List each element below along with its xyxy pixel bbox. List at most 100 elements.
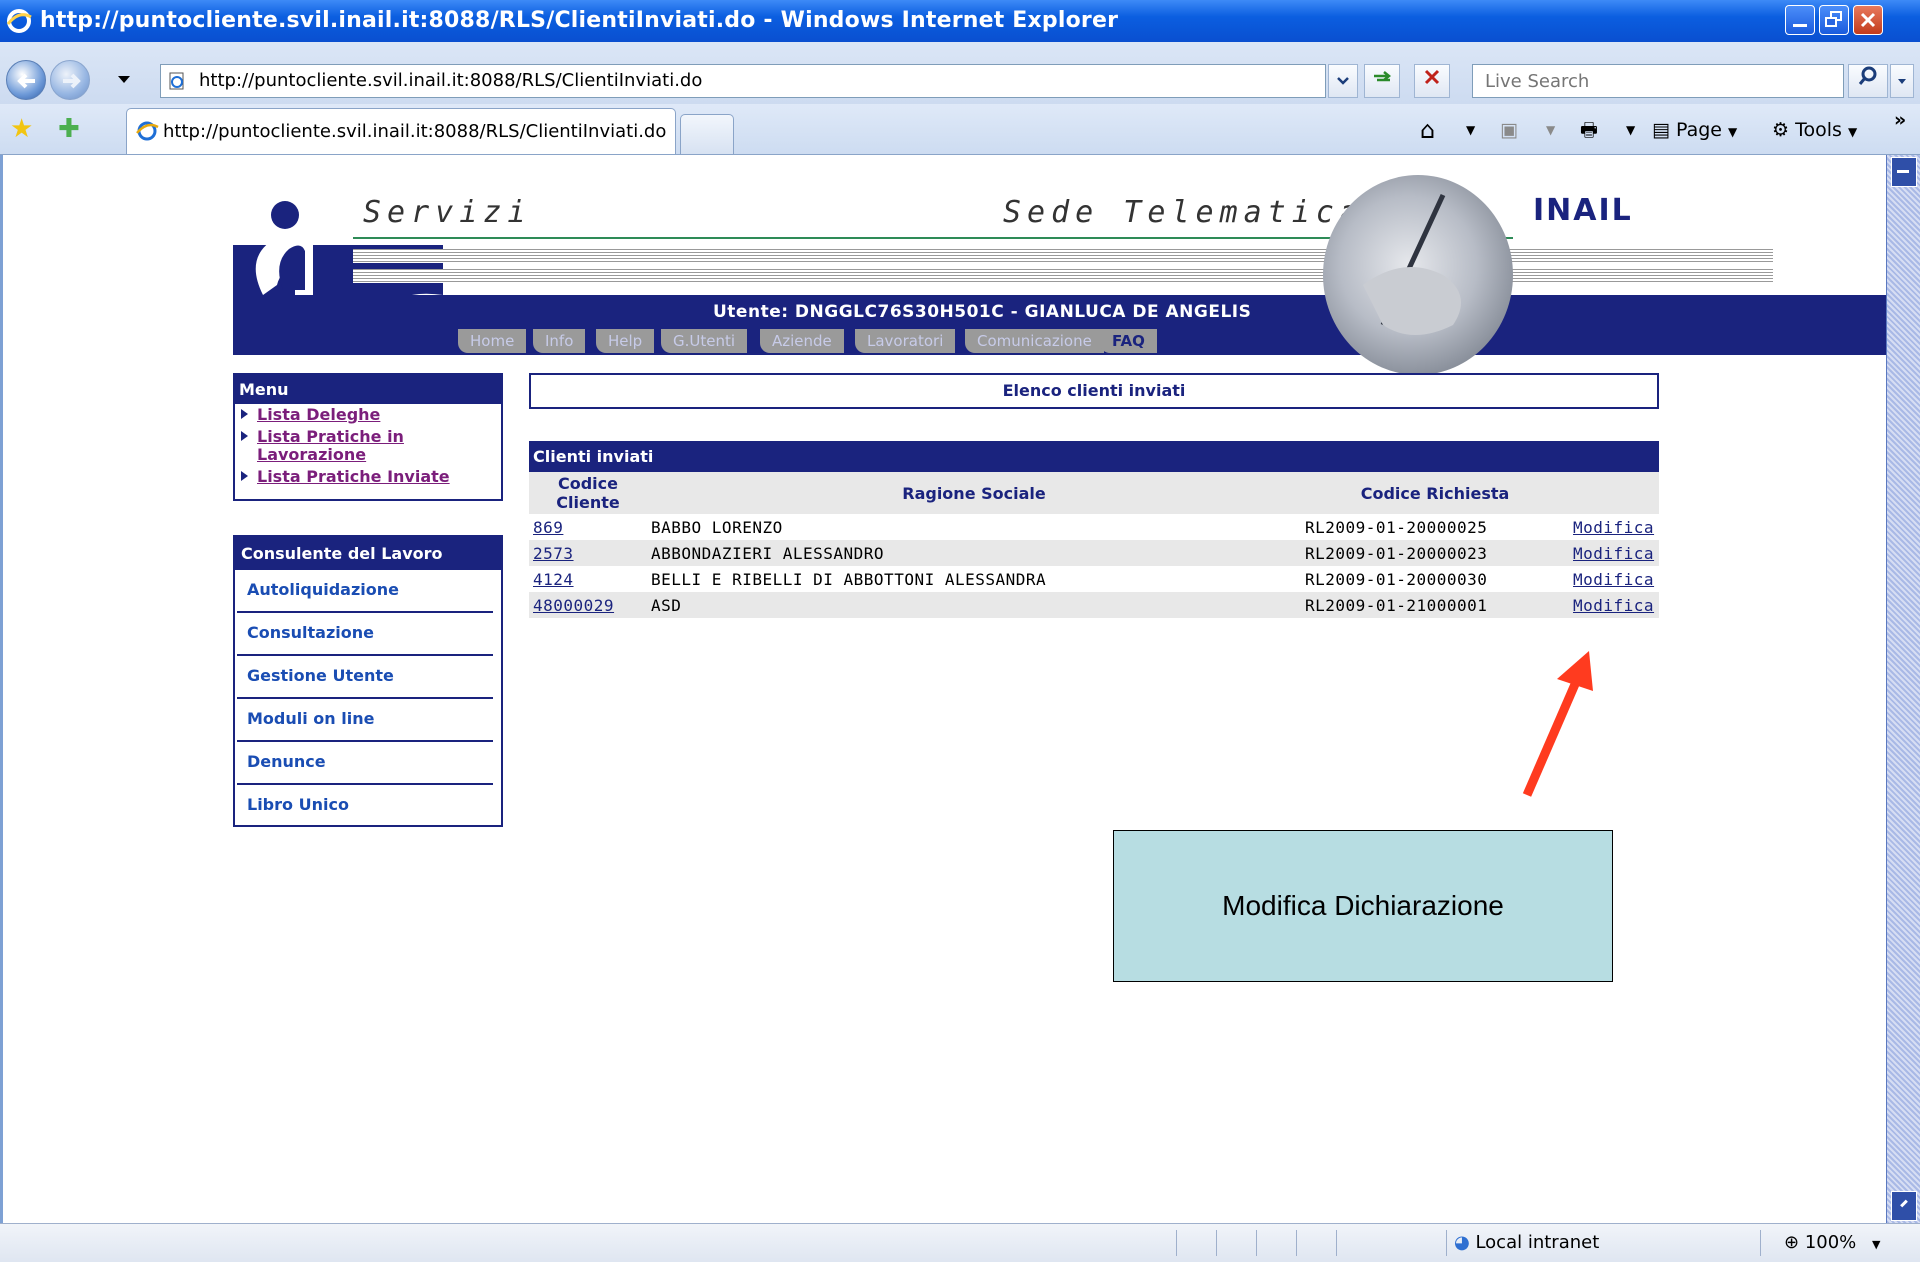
modifica-link[interactable]: Modifica xyxy=(1573,570,1654,589)
page-viewport: Servizi Sede Telematica INAIL Utente: DN… xyxy=(0,155,1886,1223)
codice-cliente-link[interactable]: 4124 xyxy=(533,570,574,589)
search-button[interactable] xyxy=(1848,64,1888,98)
menu-panel: Menu Lista Deleghe Lista Pratiche in Lav… xyxy=(233,373,503,501)
annotation-callout: Modifica Dichiarazione xyxy=(1113,830,1613,982)
ie-logo-icon xyxy=(6,9,32,33)
back-arrow-icon xyxy=(17,73,35,89)
consulente-panel: Consulente del Lavoro Autoliquidazione C… xyxy=(233,535,503,827)
menu-lista-deleghe[interactable]: Lista Deleghe xyxy=(235,404,501,426)
gear-icon: ⚙ xyxy=(1772,119,1790,141)
status-divider xyxy=(1256,1230,1257,1256)
page-title: Elenco clienti inviati xyxy=(529,373,1659,409)
zoom-control[interactable]: ⊕ 100% ▼ xyxy=(1784,1224,1881,1264)
page-icon xyxy=(169,72,184,90)
col-ragione-sociale: Ragione Sociale xyxy=(647,472,1301,514)
status-divider xyxy=(1760,1230,1761,1256)
forward-button[interactable] xyxy=(50,60,90,100)
chevron-down-icon: ▼ xyxy=(1847,125,1858,139)
vertical-scrollbar[interactable] xyxy=(1886,155,1920,1223)
nav-home[interactable]: Home xyxy=(458,329,527,353)
modifica-link[interactable]: Modifica xyxy=(1573,596,1654,615)
chevron-down-icon[interactable]: ▼ xyxy=(1626,116,1635,144)
link-libro-unico[interactable]: Libro Unico xyxy=(237,785,493,826)
ie-tab-icon xyxy=(136,121,159,141)
tools-menu[interactable]: ⚙ Tools ▼ xyxy=(1772,116,1857,146)
menu-lista-pratiche-inviate[interactable]: Lista Pratiche Inviate xyxy=(235,466,501,488)
add-favorites-icon[interactable]: ✚ xyxy=(58,114,80,144)
home-icon[interactable]: ⌂ xyxy=(1420,116,1435,144)
print-icon[interactable]: 🖶 xyxy=(1580,116,1598,144)
table-row: 869 BABBO LORENZO RL2009-01-20000025 Mod… xyxy=(529,514,1659,540)
restore-button[interactable] xyxy=(1819,5,1849,35)
ragione-sociale-cell: ASD xyxy=(647,592,1301,618)
search-field[interactable] xyxy=(1472,64,1844,98)
codice-richiesta-cell: RL2009-01-20000023 xyxy=(1301,540,1569,566)
status-divider xyxy=(1336,1230,1337,1256)
ragione-sociale-cell: BABBO LORENZO xyxy=(647,514,1301,540)
status-divider xyxy=(1446,1230,1447,1256)
feeds-icon[interactable]: ▣ xyxy=(1500,116,1518,144)
chevron-down-icon[interactable]: ▼ xyxy=(1466,116,1475,144)
tab-current[interactable]: http://puntocliente.svil.inail.it:8088/R… xyxy=(126,108,676,154)
link-denunce[interactable]: Denunce xyxy=(237,742,493,785)
tools-menu-label: Tools xyxy=(1795,119,1842,141)
new-tab-button[interactable] xyxy=(680,114,734,154)
search-options-button[interactable] xyxy=(1890,64,1914,98)
codice-richiesta-cell: RL2009-01-20000025 xyxy=(1301,514,1569,540)
annotation-arrow-icon xyxy=(1522,651,1593,797)
favorites-star-icon[interactable]: ★ xyxy=(10,114,33,144)
codice-cliente-link[interactable]: 2573 xyxy=(533,544,574,563)
banner-servizi: Servizi xyxy=(363,195,532,230)
status-divider xyxy=(1296,1230,1297,1256)
tab-command-bar: ★ ✚ http://puntocliente.svil.inail.it:80… xyxy=(0,104,1920,155)
security-zone[interactable]: ◕ Local intranet xyxy=(1454,1224,1599,1262)
scroll-up-button[interactable] xyxy=(1891,157,1917,187)
refresh-button[interactable] xyxy=(1364,64,1400,98)
close-icon xyxy=(1860,12,1876,28)
banner-sede-telematica: Sede Telematica xyxy=(1003,195,1364,230)
link-consultazione[interactable]: Consultazione xyxy=(237,613,493,656)
menu-lista-pratiche-lavorazione[interactable]: Lista Pratiche in Lavorazione xyxy=(235,426,501,466)
address-dropdown-button[interactable] xyxy=(1328,64,1358,98)
nav-g-utenti[interactable]: G.Utenti xyxy=(661,329,748,353)
window-title: http://puntocliente.svil.inail.it:8088/R… xyxy=(40,8,1119,33)
address-field[interactable]: http://puntocliente.svil.inail.it:8088/R… xyxy=(160,64,1326,98)
modifica-link[interactable]: Modifica xyxy=(1573,544,1654,563)
codice-cliente-link[interactable]: 869 xyxy=(533,518,563,537)
chevron-down-icon[interactable]: ▼ xyxy=(1546,116,1555,144)
table-row: 4124 BELLI E RIBELLI DI ABBOTTONI ALESSA… xyxy=(529,566,1659,592)
page-icon: ▤ xyxy=(1652,119,1670,141)
minimize-button[interactable] xyxy=(1785,5,1815,35)
back-button[interactable] xyxy=(6,60,46,100)
link-moduli-on-line[interactable]: Moduli on line xyxy=(237,699,493,742)
close-button[interactable] xyxy=(1853,5,1883,35)
chevron-down-icon xyxy=(1898,79,1906,84)
search-input[interactable] xyxy=(1483,65,1787,97)
ragione-sociale-cell: BELLI E RIBELLI DI ABBOTTONI ALESSANDRA xyxy=(647,566,1301,592)
status-divider xyxy=(1216,1230,1217,1256)
nav-aziende[interactable]: Aziende xyxy=(760,329,844,353)
pen-icon xyxy=(1363,193,1461,335)
menu-header: Menu xyxy=(235,375,501,404)
ragione-sociale-cell: ABBONDAZIERI ALESSANDRO xyxy=(647,540,1301,566)
link-autoliquidazione[interactable]: Autoliquidazione xyxy=(237,570,493,613)
nav-help[interactable]: Help xyxy=(596,329,655,353)
table-row: 48000029 ASD RL2009-01-21000001 Modifica xyxy=(529,592,1659,618)
modifica-link[interactable]: Modifica xyxy=(1573,518,1654,537)
chevron-down-icon xyxy=(1337,77,1349,85)
nav-faq[interactable]: FAQ xyxy=(1100,329,1157,353)
nav-comunicazione[interactable]: Comunicazione xyxy=(965,329,1104,353)
link-gestione-utente[interactable]: Gestione Utente xyxy=(237,656,493,699)
toolbar-overflow-chevron[interactable]: » xyxy=(1894,106,1906,134)
scroll-down-button[interactable] xyxy=(1891,1191,1917,1221)
page-menu[interactable]: ▤ Page ▼ xyxy=(1652,116,1737,146)
chevron-down-icon: ▼ xyxy=(1728,125,1738,139)
nav-lavoratori[interactable]: Lavoratori xyxy=(855,329,956,353)
codice-richiesta-cell: RL2009-01-20000030 xyxy=(1301,566,1569,592)
status-bar: ◕ Local intranet ⊕ 100% ▼ xyxy=(0,1223,1920,1262)
codice-cliente-link[interactable]: 48000029 xyxy=(533,596,614,615)
stop-button[interactable] xyxy=(1414,64,1450,98)
recent-pages-dropdown-icon[interactable] xyxy=(118,76,130,83)
nav-info[interactable]: Info xyxy=(533,329,586,353)
refresh-icon xyxy=(1374,71,1392,82)
